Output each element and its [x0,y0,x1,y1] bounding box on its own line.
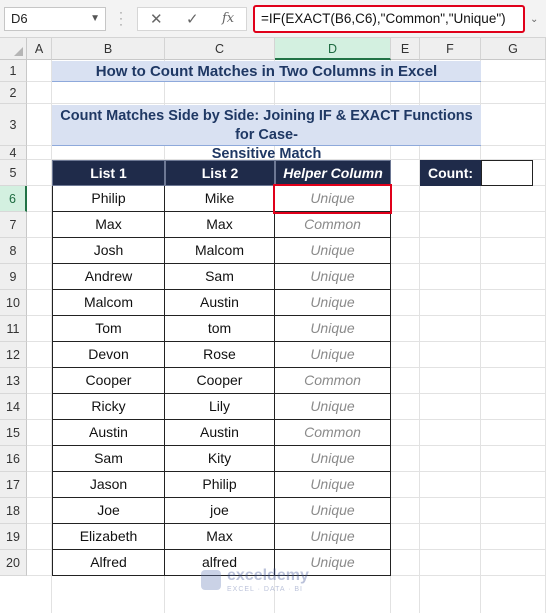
helper-cell[interactable]: Unique [275,524,391,550]
count-value-cell[interactable] [481,160,533,186]
row-header-16[interactable]: 16 [0,446,27,472]
list2-cell[interactable]: Austin [165,290,275,316]
list2-cell[interactable]: joe [165,498,275,524]
list2-cell[interactable]: Mike [165,186,275,212]
list1-cell[interactable]: Devon [52,342,165,368]
sheet-title: How to Count Matches in Two Columns in E… [52,61,481,82]
row-header-3[interactable]: 3 [0,104,27,146]
column-header-b[interactable]: B [52,38,165,60]
table-header-list1: List 1 [52,160,165,186]
count-label: Count: [420,160,481,186]
row-header-9[interactable]: 9 [0,264,27,290]
list1-cell[interactable]: Cooper [52,368,165,394]
helper-cell[interactable]: Unique [275,238,391,264]
row-header-19[interactable]: 19 [0,524,27,550]
list1-cell[interactable]: Elizabeth [52,524,165,550]
list2-cell[interactable]: Lily [165,394,275,420]
helper-cell[interactable]: Common [275,368,391,394]
list1-cell[interactable]: Alfred [52,550,165,576]
select-all-corner[interactable] [0,38,27,60]
list1-cell[interactable]: Austin [52,420,165,446]
selected-cell-d6[interactable] [273,184,392,214]
column-header-a[interactable]: A [27,38,52,60]
name-box[interactable]: D6 ▼ [4,7,106,31]
watermark-tagline: EXCEL · DATA · BI [227,586,303,593]
row-header-2[interactable]: 2 [0,82,27,104]
row-header-14[interactable]: 14 [0,394,27,420]
list1-cell[interactable]: Josh [52,238,165,264]
list1-cell[interactable]: Ricky [52,394,165,420]
list2-cell[interactable]: Austin [165,420,275,446]
list2-cell[interactable]: Philip [165,472,275,498]
row-header-18[interactable]: 18 [0,498,27,524]
helper-cell[interactable]: Unique [275,316,391,342]
chevron-down-icon[interactable]: ▼ [90,8,100,30]
row-header-12[interactable]: 12 [0,342,27,368]
row-header-8[interactable]: 8 [0,238,27,264]
list1-cell[interactable]: Tom [52,316,165,342]
helper-cell[interactable]: Unique [275,342,391,368]
table-header-list2: List 2 [165,160,275,186]
confirm-icon[interactable]: ✓ [186,10,199,28]
exceldemy-watermark: exceldemy EXCEL · DATA · BI [195,567,355,597]
helper-cell[interactable]: Unique [275,446,391,472]
expand-formula-icon[interactable]: ⌄ [530,14,538,25]
column-header-d[interactable]: D [275,38,391,60]
row-header-11[interactable]: 11 [0,316,27,342]
row-header-5[interactable]: 5 [0,160,27,186]
table-header-helper: Helper Column [275,160,391,186]
insert-function-icon[interactable]: fx [222,11,234,26]
list2-cell[interactable]: Rose [165,342,275,368]
list2-cell[interactable]: Malcom [165,238,275,264]
row-header-4[interactable]: 4 [0,146,27,160]
column-header-g[interactable]: G [481,38,546,60]
column-header-f[interactable]: F [420,38,481,60]
gridline [27,103,546,104]
row-header-13[interactable]: 13 [0,368,27,394]
list1-cell[interactable]: Max [52,212,165,238]
row-header-1[interactable]: 1 [0,60,27,82]
row-header-17[interactable]: 17 [0,472,27,498]
helper-cell[interactable]: Common [275,212,391,238]
list2-cell[interactable]: Kity [165,446,275,472]
exceldemy-logo-icon [201,570,221,590]
list1-cell[interactable]: Malcom [52,290,165,316]
formula-buttons: ✕ ✓ fx [137,7,247,31]
helper-cell[interactable]: Common [275,420,391,446]
list2-cell[interactable]: Max [165,212,275,238]
row-header-15[interactable]: 15 [0,420,27,446]
list2-cell[interactable]: Max [165,524,275,550]
list1-cell[interactable]: Andrew [52,264,165,290]
list1-cell[interactable]: Philip [52,186,165,212]
helper-cell[interactable]: Unique [275,498,391,524]
section-heading-line-1: Count Matches Side by Side: Joining IF &… [60,108,473,143]
name-box-value: D6 [11,11,28,26]
row-header-10[interactable]: 10 [0,290,27,316]
row-header-20[interactable]: 20 [0,550,27,576]
list1-cell[interactable]: Sam [52,446,165,472]
helper-cell[interactable]: Unique [275,472,391,498]
helper-cell[interactable]: Unique [275,394,391,420]
list2-cell[interactable]: tom [165,316,275,342]
drag-handle-icon[interactable]: · · · [118,6,124,30]
list1-cell[interactable]: Joe [52,498,165,524]
list2-cell[interactable]: Sam [165,264,275,290]
section-heading: Count Matches Side by Side: Joining IF &… [52,105,481,162]
cancel-icon[interactable]: ✕ [150,10,163,28]
list2-cell[interactable]: Cooper [165,368,275,394]
column-header-e[interactable]: E [391,38,420,60]
formula-input[interactable]: =IF(EXACT(B6,C6),"Common","Unique") [253,5,525,33]
row-header-7[interactable]: 7 [0,212,27,238]
list1-cell[interactable]: Jason [52,472,165,498]
watermark-name: exceldemy [227,567,309,584]
helper-cell[interactable]: Unique [275,264,391,290]
helper-cell[interactable]: Unique [275,290,391,316]
formula-bar: D6 ▼ · · · ✕ ✓ fx =IF(EXACT(B6,C6),"Common… [0,0,546,38]
column-header-c[interactable]: C [165,38,275,60]
row-header-6[interactable]: 6 [0,186,27,212]
